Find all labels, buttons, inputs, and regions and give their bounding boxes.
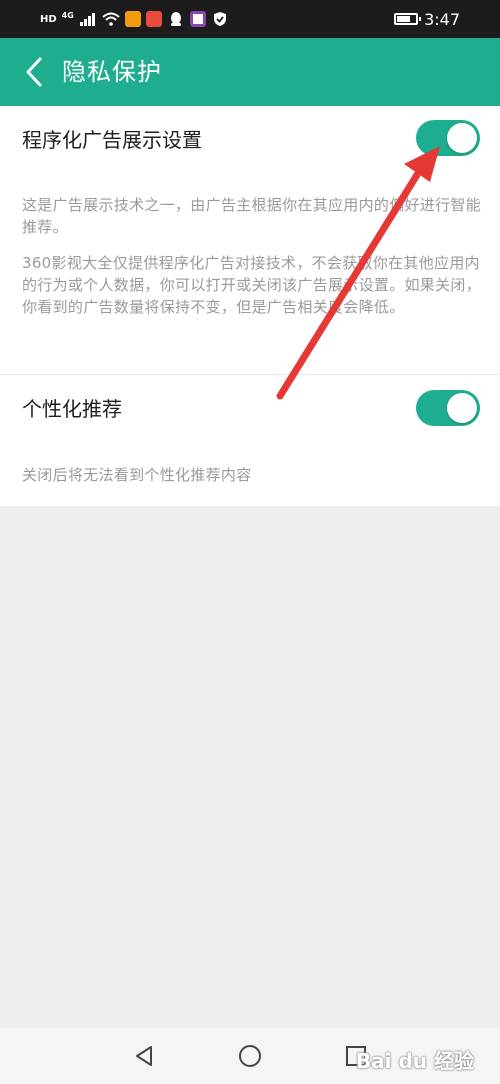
personalized-title: 个性化推荐 [22, 397, 122, 421]
programmatic-ads-desc-2: 360影视大全仅提供程序化广告对接技术，不会获取你在其他应用内的行为或个人数据，… [22, 254, 482, 316]
personalized-toggle[interactable] [416, 390, 480, 426]
personalized-desc: 关闭后将无法看到个性化推荐内容 [22, 466, 252, 484]
wifi-icon [102, 10, 120, 28]
programmatic-ads-title: 程序化广告展示设置 [22, 128, 202, 152]
back-button[interactable] [14, 50, 54, 94]
clock-time: 3:47 [424, 9, 460, 29]
programmatic-ads-desc-1: 这是广告展示技术之一，由广告主根据你在其应用内的偏好进行智能推荐。 [22, 196, 482, 236]
status-icons-right: 3:47 [394, 8, 460, 30]
toggle-knob [447, 123, 477, 153]
divider [0, 374, 500, 375]
programmatic-ads-toggle[interactable] [416, 120, 480, 156]
toggle-knob [447, 393, 477, 423]
app-icon-1 [124, 11, 141, 27]
nav-home-button[interactable] [232, 1038, 268, 1074]
system-nav-bar: Bai du 经验 [0, 1028, 500, 1084]
page-title: 隐私保护 [62, 58, 162, 86]
watermark: Bai du 经验 [355, 1049, 474, 1073]
qq-icon [167, 10, 185, 28]
signal-type: 4G [61, 10, 74, 20]
hd-label: HD [40, 13, 57, 25]
nav-back-button[interactable] [126, 1038, 162, 1074]
app-icon-2 [145, 11, 162, 27]
shield-icon [211, 10, 229, 28]
battery-level [397, 16, 411, 22]
battery-icon [394, 13, 422, 25]
app-header: 隐私保护 [0, 38, 500, 106]
back-triangle-icon [136, 1046, 152, 1066]
status-bar: HD 4G 3:47 [0, 0, 500, 38]
status-icons-left: HD 4G [40, 8, 229, 30]
chevron-left-icon [26, 57, 42, 87]
signal-icon [79, 10, 97, 28]
settings-card: 程序化广告展示设置 这是广告展示技术之一，由广告主根据你在其应用内的偏好进行智能… [0, 106, 500, 506]
home-circle-icon [239, 1045, 261, 1067]
message-app-icon [189, 11, 206, 27]
